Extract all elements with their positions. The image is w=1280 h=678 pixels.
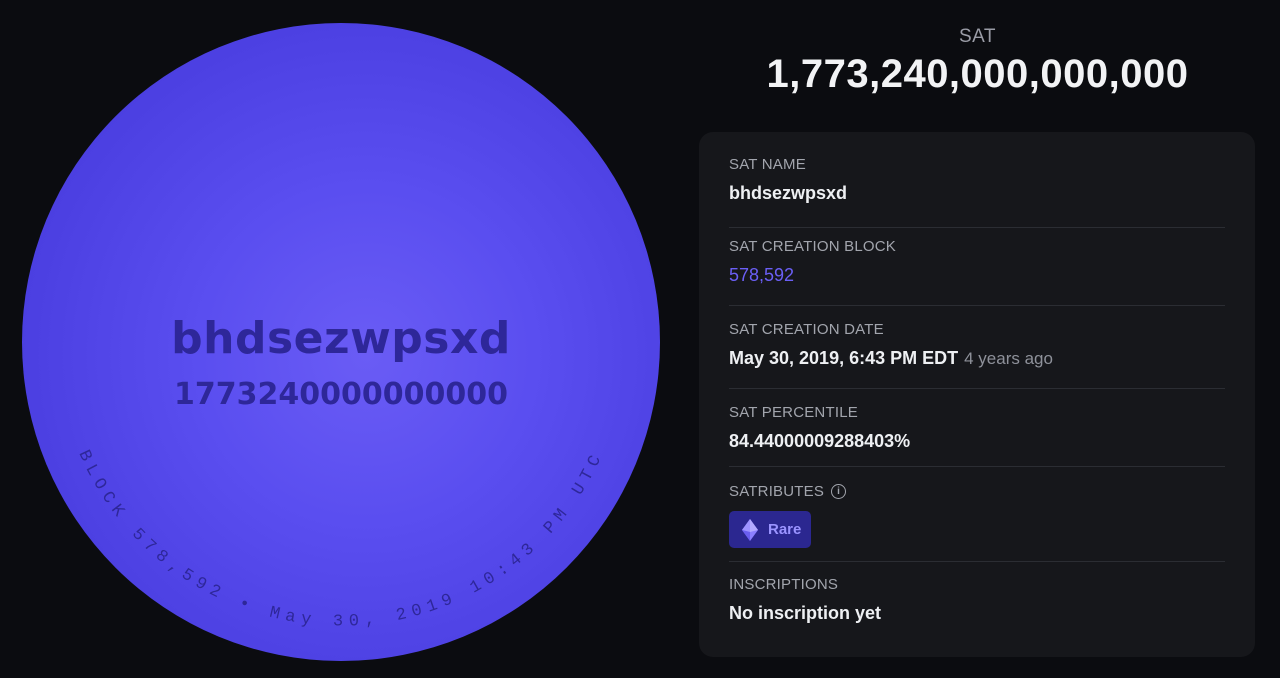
sat-page: bhdsezwpsxd 1773240000000000 BLOCK 578,5… [0, 0, 1280, 678]
creation-block-label: SAT CREATION BLOCK [729, 238, 896, 255]
percentile-value: 84.44000009288403% [729, 431, 911, 451]
creation-date-relative: 4 years ago [964, 349, 1053, 368]
satributes-label-wrap: SATRIBUTES i [729, 483, 1225, 500]
creation-date-value: May 30, 2019, 6:43 PM EDT 4 years ago [729, 348, 1225, 369]
satributes-row: SATRIBUTES i Rare [729, 467, 1225, 562]
sat-label: SAT [958, 26, 997, 47]
creation-block-link[interactable]: 578,592 [729, 265, 1225, 286]
satributes-label: SATRIBUTES [729, 483, 825, 500]
info-icon[interactable]: i [831, 484, 847, 499]
inscriptions-label: INSCRIPTIONS [729, 576, 839, 593]
creation-block-row: SAT CREATION BLOCK 578,592 [729, 228, 1225, 306]
rare-badge-label: Rare [768, 521, 802, 538]
creation-date-text: May 30, 2019, 6:43 PM EDT [729, 348, 959, 368]
disc-arc-caption: BLOCK 578,592 • May 30, 2019 10:43 PM UT… [73, 447, 608, 631]
sat-name-value: bhdsezwpsxd [729, 183, 848, 203]
disc-arc-text-path: BLOCK 578,592 • May 30, 2019 10:43 PM UT… [73, 447, 602, 631]
creation-date-label: SAT CREATION DATE [729, 321, 884, 338]
inscriptions-value: No inscription yet [729, 603, 882, 623]
disc-arc-text: BLOCK 578,592 • May 30, 2019 10:43 PM UT… [73, 447, 608, 631]
sat-info-card: SAT NAME bhdsezwpsxd SAT CREATION BLOCK … [699, 132, 1255, 657]
sat-disc: bhdsezwpsxd 1773240000000000 BLOCK 578,5… [22, 23, 660, 661]
sat-name-row: SAT NAME bhdsezwpsxd [729, 156, 1225, 228]
rare-badge[interactable]: Rare [729, 511, 812, 548]
sat-header: SAT 1,773,240,000,000,000 [700, 26, 1255, 97]
inscriptions-row: INSCRIPTIONS No inscription yet [729, 562, 1225, 624]
percentile-row: SAT PERCENTILE 84.44000009288403% [729, 389, 1225, 467]
sat-name-label: SAT NAME [729, 156, 806, 173]
sat-number: 1,773,240,000,000,000 [766, 52, 1189, 96]
percentile-label: SAT PERCENTILE [729, 404, 858, 421]
creation-date-row: SAT CREATION DATE May 30, 2019, 6:43 PM … [729, 306, 1225, 389]
gem-icon [742, 518, 758, 541]
